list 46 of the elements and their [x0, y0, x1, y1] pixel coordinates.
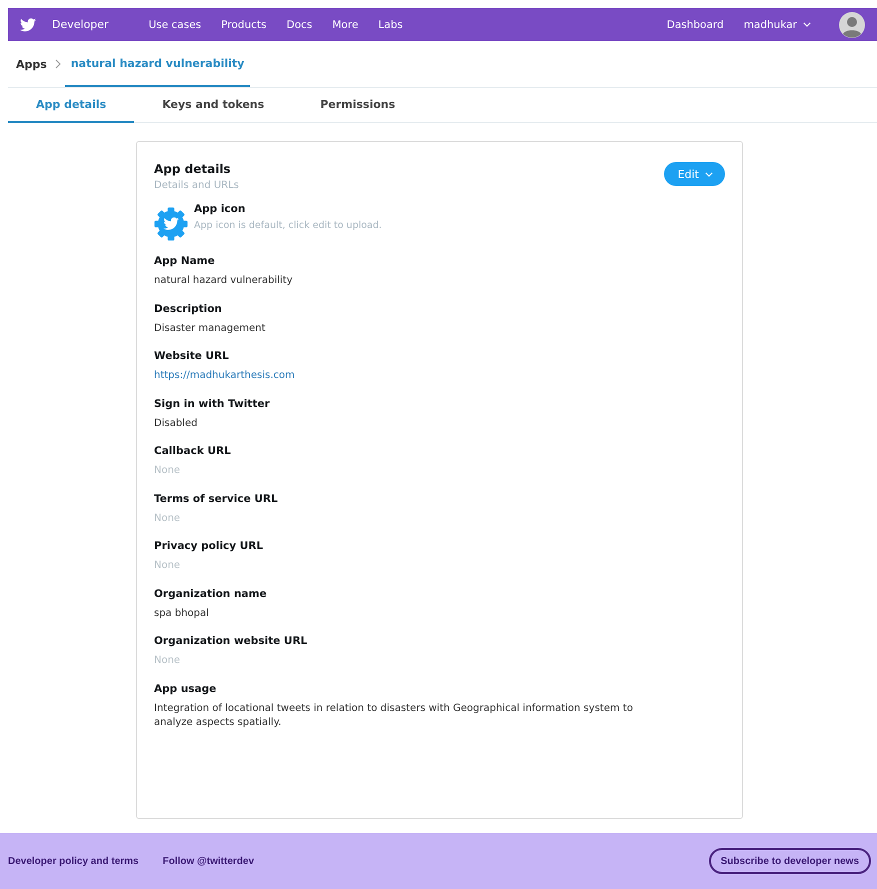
card-title: App details [154, 162, 232, 176]
breadcrumb-link[interactable]: Apps [16, 58, 47, 70]
dashboard-link[interactable]: Dashboard [666, 18, 724, 30]
icon-hint: App icon is default, click edit to upload. [194, 220, 382, 231]
field-label: App icon [194, 203, 246, 215]
caret-icon [803, 22, 811, 27]
field-label: Privacy policy URL [154, 540, 264, 552]
field-label: Organization name [154, 588, 268, 600]
tab[interactable]: App details [8, 88, 134, 123]
field-value: Integration of locational tweets in relation to disasters with Geographical information system to analyze aspects spatially. [154, 702, 634, 730]
subscribe-button[interactable]: Subscribe to developer news [708, 848, 871, 874]
avatar-icon[interactable] [839, 12, 865, 38]
field-label: Description [154, 302, 223, 314]
breadcrumb-current[interactable]: natural hazard vulnerability [64, 41, 250, 87]
nav-link[interactable]: Products [221, 18, 266, 30]
field-value: spa bhopal [154, 606, 210, 620]
nav-link[interactable]: More [332, 18, 358, 30]
tab[interactable]: Permissions [292, 88, 424, 123]
field-value: Disaster management [154, 322, 266, 336]
field-label: Sign in with Twitter [154, 398, 271, 410]
field-value: natural hazard vulnerability [154, 274, 294, 288]
caret-icon [705, 172, 713, 176]
field-label: Website URL [154, 350, 230, 362]
nav-link[interactable]: Labs [378, 18, 403, 30]
nav-link[interactable]: Docs [286, 18, 312, 30]
user-menu[interactable]: madhukar [744, 18, 811, 30]
field-value: None [154, 654, 182, 668]
chevron-icon [54, 59, 61, 69]
field-value: None [154, 512, 182, 526]
field-label: App usage [154, 682, 218, 694]
field-label: App Name [154, 255, 216, 267]
brand-link[interactable]: Developer [52, 18, 109, 31]
nav-link[interactable]: Use cases [148, 18, 202, 30]
field-value: None [154, 559, 182, 573]
website-link[interactable]: https://madhukarthesis.com [154, 369, 644, 384]
field-value: Disabled [154, 416, 198, 430]
field-label: Organization website URL [154, 635, 308, 647]
footer-link[interactable]: Developer policy and terms [8, 856, 139, 866]
bird-icon[interactable] [20, 18, 36, 32]
tab[interactable]: Keys and tokens [134, 88, 292, 123]
card-subtitle: Details and URLs [154, 180, 239, 191]
field-label: Callback URL [154, 445, 232, 457]
field-value: None [154, 464, 182, 478]
footer-link[interactable]: Follow @twitterdev [162, 856, 254, 866]
field-label: Terms of service URL [154, 492, 279, 504]
gear-bird-icon [154, 207, 188, 241]
